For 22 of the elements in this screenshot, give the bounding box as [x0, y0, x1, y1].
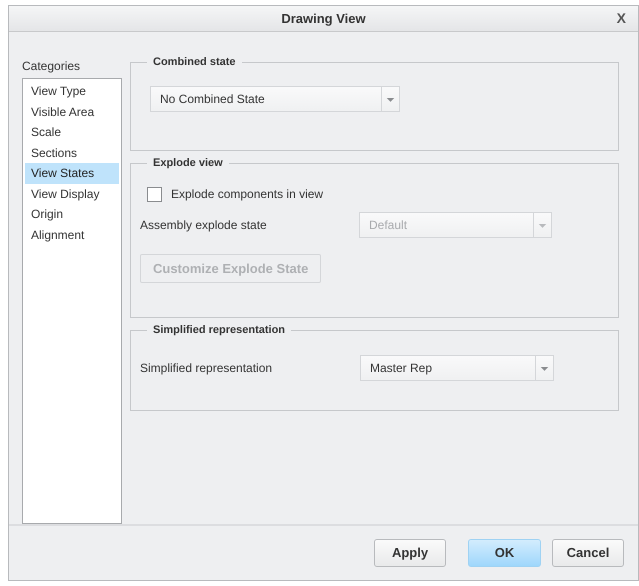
dialog-button[interactable]: Cancel [552, 539, 624, 567]
close-button[interactable]: X [612, 9, 630, 27]
dropdown[interactable]: No Combined State [150, 86, 400, 112]
window-title: Drawing View [281, 10, 366, 28]
group-title: Simplified representation [147, 322, 292, 338]
checkbox[interactable] [147, 186, 162, 202]
category-item[interactable]: View Display [25, 184, 119, 204]
category-item[interactable]: Visible Area [25, 102, 119, 122]
assembly-explode-label: Assembly explode state [140, 217, 268, 234]
category-item[interactable]: Scale [25, 122, 119, 142]
category-item[interactable]: Origin [25, 204, 119, 224]
category-item[interactable]: View States [25, 163, 119, 184]
group-title: Explode view [147, 155, 229, 171]
category-item[interactable]: View Type [25, 81, 119, 102]
dialog-button[interactable]: OK [468, 539, 541, 567]
dropdown[interactable]: Master Rep [360, 355, 554, 381]
simplified-representation-label: Simplified representation [140, 360, 274, 377]
category-item[interactable]: Sections [25, 142, 119, 163]
checkbox-label[interactable]: Explode components in view [171, 185, 324, 203]
categories-label: Categories [22, 58, 82, 74]
dialog-button[interactable]: Apply [374, 539, 446, 567]
category-item[interactable]: Alignment [25, 224, 119, 245]
